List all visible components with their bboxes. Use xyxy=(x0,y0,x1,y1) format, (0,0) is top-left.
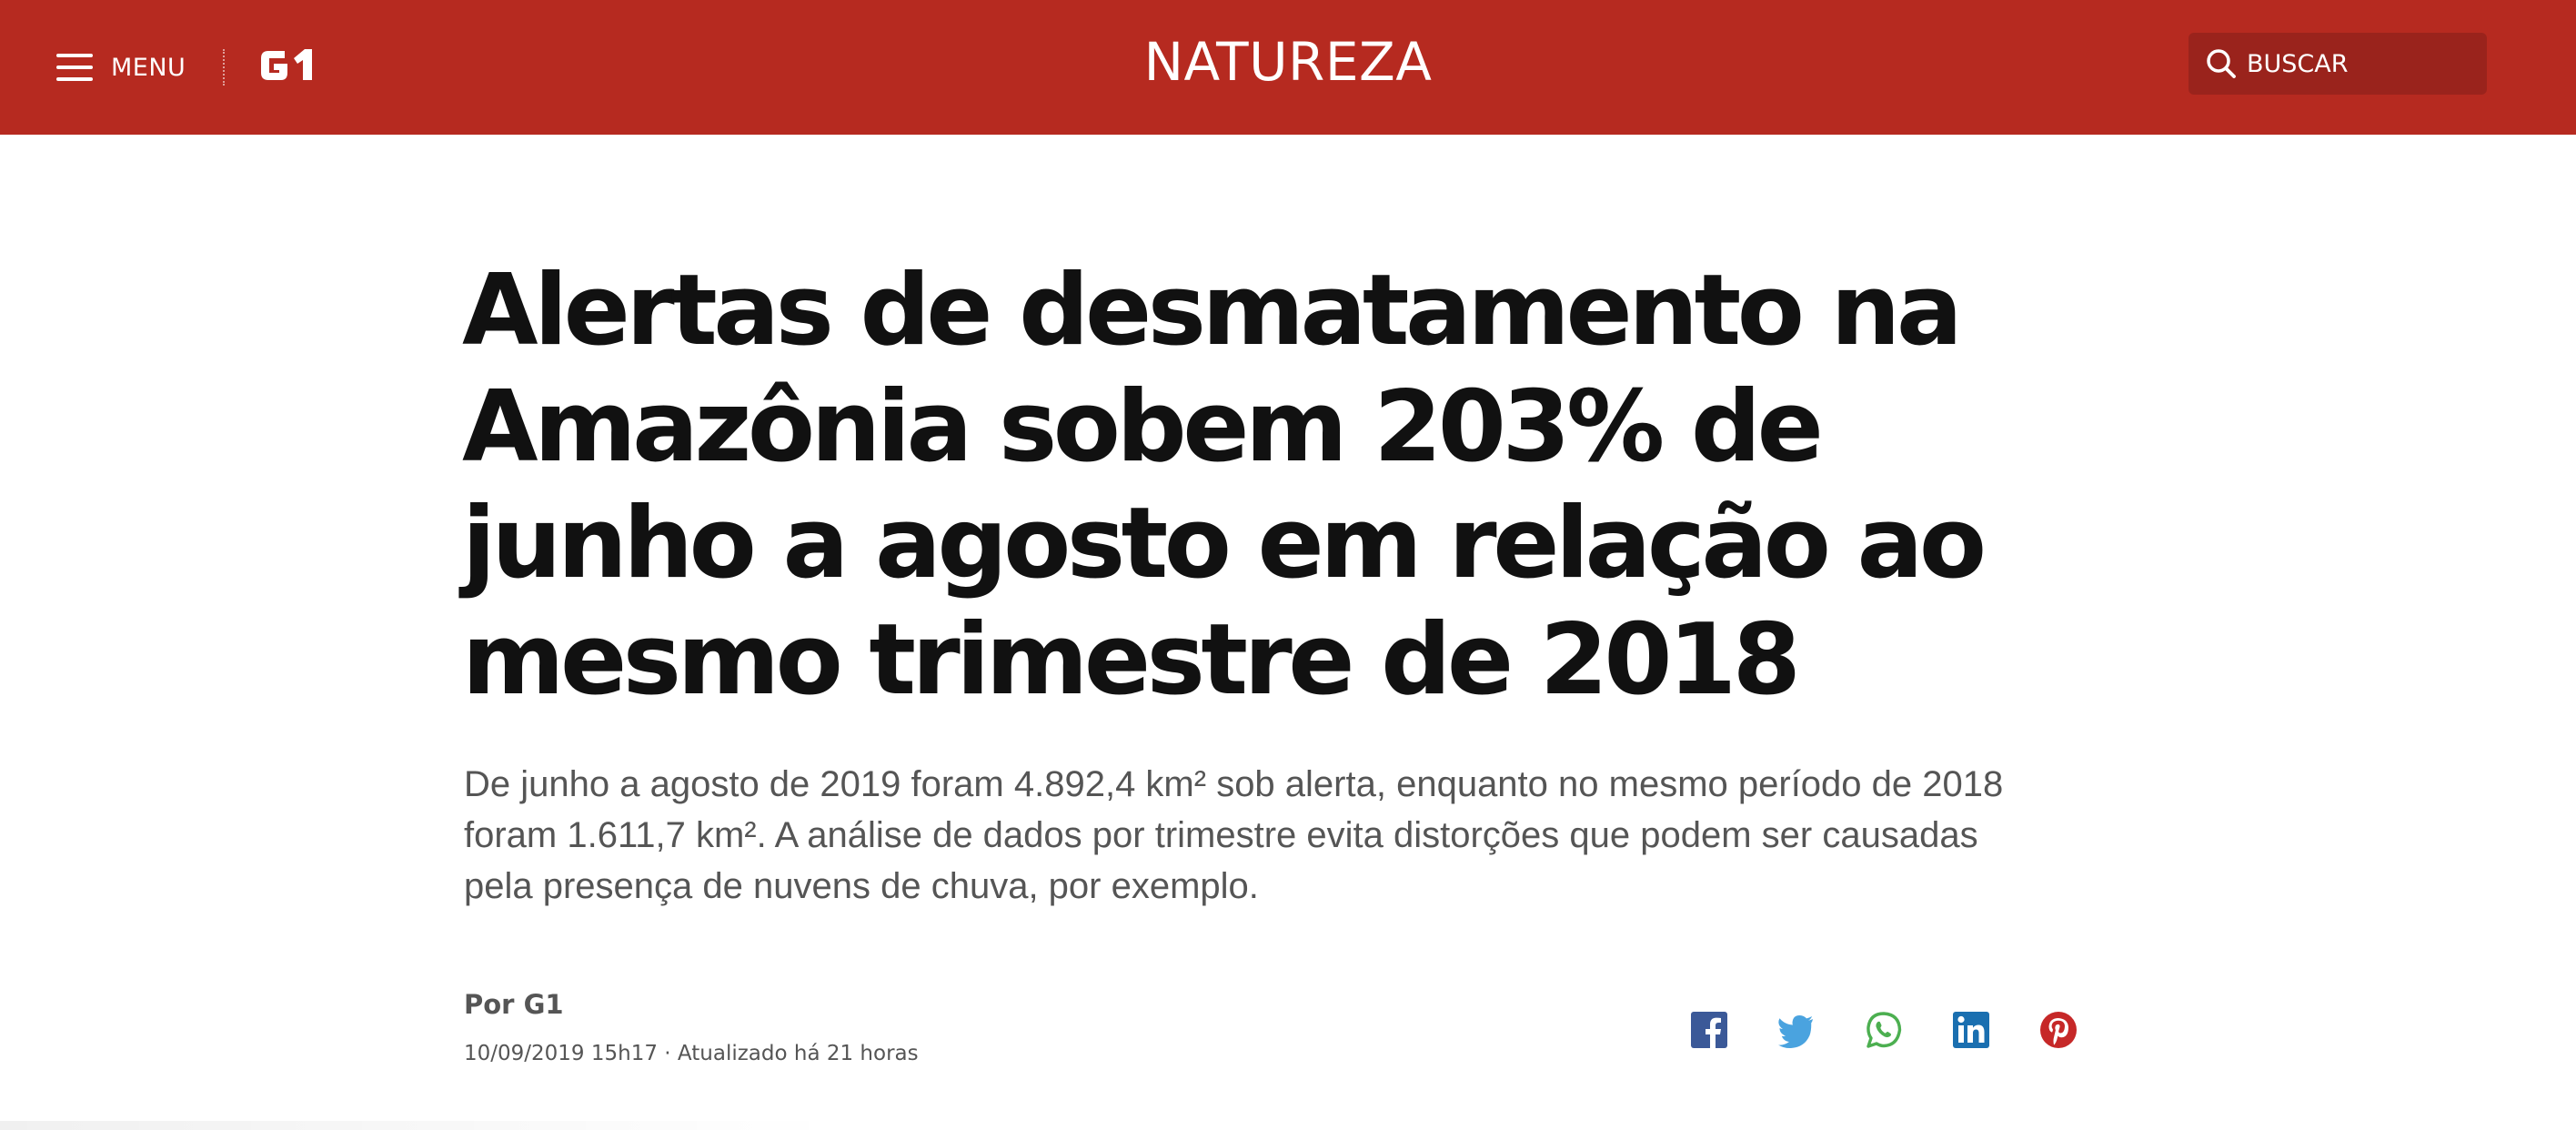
share-linkedin-button[interactable] xyxy=(1951,1010,1991,1050)
share-facebook-button[interactable] xyxy=(1689,1010,1729,1050)
article-headline: Alertas de desmatamento na Amazônia sobe… xyxy=(462,254,1987,717)
linkedin-icon xyxy=(1953,1012,1989,1048)
share-twitter-button[interactable] xyxy=(1776,1010,1816,1050)
search-icon xyxy=(2207,49,2236,78)
bottom-edge-shadow xyxy=(0,1121,837,1130)
whatsapp-icon xyxy=(1867,1012,1902,1048)
search-input[interactable] xyxy=(2247,49,2465,78)
page: MENU NATUREZA Alertas de desmatamento na… xyxy=(0,0,2576,1130)
top-header-bar: MENU NATUREZA xyxy=(0,0,2576,135)
article-subtitle: De junho a agosto de 2019 foram 4.892,4 … xyxy=(464,764,2004,906)
twitter-icon xyxy=(1778,1015,1813,1049)
search-box[interactable] xyxy=(2189,33,2487,95)
share-pinterest-button[interactable] xyxy=(2038,1010,2078,1050)
share-whatsapp-button[interactable] xyxy=(1864,1010,1904,1050)
article-dateline: 10/09/2019 15h17 · Atualizado há 21 hora… xyxy=(464,1042,919,1065)
pinterest-icon xyxy=(2040,1012,2077,1048)
article-byline: Por G1 xyxy=(464,989,564,1020)
facebook-icon xyxy=(1691,1012,1727,1048)
